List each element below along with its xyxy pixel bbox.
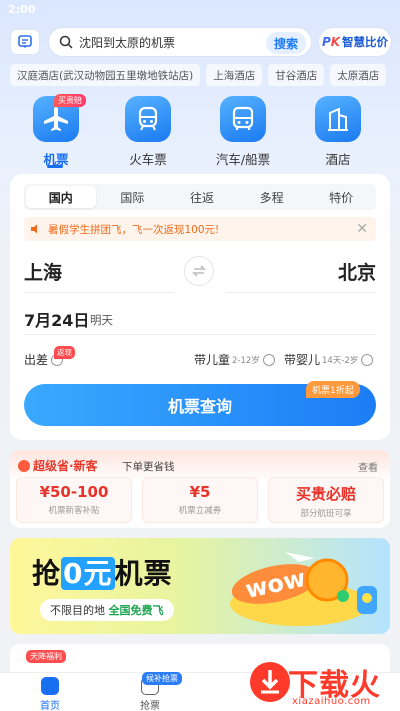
super-save-icon <box>18 459 30 472</box>
category-flights[interactable]: 买贵赔 机票 <box>16 94 96 168</box>
category-label: 火车票 <box>129 152 167 167</box>
wow-illustration: wow <box>230 552 377 626</box>
business-label: 出差 <box>24 353 49 367</box>
with-infant-option[interactable]: 带婴儿 14天-2岁 <box>284 351 374 368</box>
bus-icon <box>220 96 266 142</box>
super-save-subtitle: 下单更省钱 <box>122 461 175 473</box>
departure-date[interactable]: 7月24日 <box>24 307 89 331</box>
benefit-badge: 天降福利 <box>26 650 66 663</box>
banner-title: 抢0元机票 <box>32 552 173 592</box>
tab-multi-city[interactable]: 多程 <box>237 184 307 210</box>
with-child-option[interactable]: 带儿童 2-12岁 <box>194 351 275 368</box>
banner-sub-highlight: 全国免费飞 <box>108 604 164 617</box>
coupon-desc: 机票立减券 <box>178 506 222 516</box>
subsidy-value: ¥50-100 <box>39 483 109 501</box>
tab-special-price[interactable]: 特价 <box>306 184 376 210</box>
category-underline <box>47 165 63 168</box>
message-button[interactable] <box>10 29 40 55</box>
divider <box>24 334 376 335</box>
smart-compare-label: 智慧比价 <box>342 35 389 49</box>
infant-label: 带婴儿 <box>284 353 321 367</box>
new-user-subsidy[interactable]: ¥50-100 机票新客补贴 <box>16 477 132 523</box>
coupon-value: ¥5 <box>189 483 211 501</box>
banner-title-pre: 抢 <box>32 557 62 590</box>
radio-button[interactable] <box>361 353 374 366</box>
category-bus[interactable]: 汽车/船票 <box>203 96 283 168</box>
super-save-title-text: 超级省·新客 <box>33 459 98 473</box>
nav-grab-label: 抢票 <box>140 701 160 711</box>
super-save-section: 超级省·新客 下单更省钱 查看 ¥50-100 机票新客补贴 ¥5 机票立减券 … <box>10 450 390 528</box>
watermark-sub: xiazaihuo.com <box>292 696 371 707</box>
chip[interactable]: 甘谷酒店 <box>268 64 325 86</box>
price-guarantee[interactable]: 买贵必赔 部分航班可享 <box>268 477 384 523</box>
discount-badge: 机票1折起 <box>306 381 360 398</box>
status-bar: 2:00 <box>0 0 400 22</box>
infant-age: 14天-2岁 <box>322 355 359 366</box>
promo-notice[interactable]: 暑假学生拼团飞，飞一次返现100元! ✕ <box>24 217 376 241</box>
cat-badge: 买贵赔 <box>54 94 86 107</box>
tab-domestic[interactable]: 国内 <box>26 186 96 208</box>
guarantee-value: 买贵必赔 <box>295 485 356 503</box>
notice-text: 暑假学生拼团飞，飞一次返现100元! <box>48 223 220 236</box>
chip[interactable]: 上海酒店 <box>206 64 263 86</box>
nav-home[interactable]: 首页 <box>20 677 80 711</box>
banner-title-post: 机票 <box>114 557 173 590</box>
swap-cities-button[interactable] <box>184 256 214 286</box>
pk-logo: PK <box>321 35 341 49</box>
nav-home-label: 首页 <box>40 701 60 711</box>
departure-city[interactable]: 上海 <box>24 258 62 285</box>
guarantee-desc: 部分航班可享 <box>300 509 352 519</box>
trip-type-tabs: 国内 国际 往返 多程 特价 <box>24 184 376 210</box>
divider <box>226 292 376 293</box>
search-input[interactable]: 沈阳到太原的机票 搜索 <box>48 27 312 57</box>
category-label: 酒店 <box>325 152 351 167</box>
banner-subtitle: 不限目的地 全国免费飞 <box>40 599 174 621</box>
discount-coupon[interactable]: ¥5 机票立减券 <box>142 477 258 523</box>
category-label: 汽车/船票 <box>215 152 271 167</box>
swap-icon <box>192 265 206 277</box>
banner-sub-pre: 不限目的地 <box>50 604 105 617</box>
tab-international[interactable]: 国际 <box>98 184 168 210</box>
view-more-link[interactable]: 查看 <box>358 459 378 474</box>
arrival-city[interactable]: 北京 <box>338 258 376 285</box>
child-age: 2-12岁 <box>232 355 260 366</box>
chip[interactable]: 汉庭酒店(武汉动物园五里墩地铁站店) <box>10 64 201 86</box>
tab-round-trip[interactable]: 往返 <box>167 184 237 210</box>
date-relative: 明天 <box>90 313 113 327</box>
divider <box>24 292 174 293</box>
super-save-title: 超级省·新客 <box>18 457 98 474</box>
category-hotel[interactable]: 酒店 <box>298 96 378 168</box>
smart-compare-button[interactable]: PK 智慧比价 <box>318 27 392 57</box>
status-time: 2:00 <box>8 3 36 16</box>
category-nav: 买贵赔 机票 火车票 汽车/船票 酒店 <box>0 94 400 170</box>
category-train[interactable]: 火车票 <box>108 96 188 168</box>
search-button[interactable]: 搜索 <box>266 32 306 54</box>
close-icon[interactable]: ✕ <box>356 221 368 237</box>
subsidy-desc: 机票新客补贴 <box>48 506 100 516</box>
waitlist-badge: 候补抢票 <box>142 672 182 685</box>
promo-banner[interactable]: 抢0元机票 不限目的地 全国免费飞 wow <box>10 538 390 634</box>
recent-search-chips: 汉庭酒店(武汉动物园五里墩地铁站店) 上海酒店 甘谷酒店 太原酒店 <box>10 64 400 86</box>
home-icon <box>41 677 59 695</box>
message-icon <box>18 35 32 48</box>
speaker-icon <box>31 224 37 234</box>
chip[interactable]: 太原酒店 <box>330 64 387 86</box>
radio-button[interactable] <box>262 353 275 366</box>
search-icon <box>59 35 73 49</box>
banner-title-highlight: 0元 <box>61 557 115 590</box>
flight-booking-card: 国内 国际 往返 多程 特价 暑假学生拼团飞，飞一次返现100元! ✕ 上海 北… <box>10 174 390 440</box>
cashback-badge: 返现 <box>54 346 75 359</box>
hotel-icon <box>315 96 361 142</box>
train-icon <box>125 96 171 142</box>
child-label: 带儿童 <box>194 353 231 367</box>
